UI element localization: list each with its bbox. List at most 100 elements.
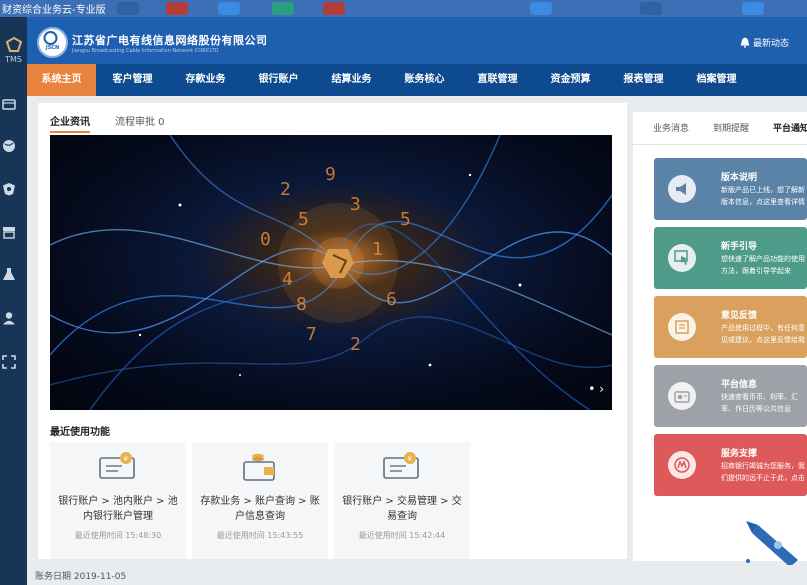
megaphone-icon xyxy=(676,183,686,195)
svg-text:¥: ¥ xyxy=(124,455,129,463)
taskbar-app[interactable] xyxy=(640,2,662,15)
notice-card-desc: 想快速了解产品功能的使用方法，跟着引导学起来 xyxy=(721,255,805,275)
latest-news-label: 最新动态 xyxy=(752,39,789,49)
flask-icon[interactable] xyxy=(2,267,16,281)
recent-function-card[interactable]: ¥ 银行账户 > 池内账户 > 池内银行账户管理 最近使用时间 15:48:30 xyxy=(50,442,186,559)
notice-card-guide[interactable]: 新手引导 想快速了解产品功能的使用方法，跟着引导学起来 xyxy=(654,227,807,289)
notice-card-platform-info[interactable]: 平台信息 快速查看币币、利率、汇率、作日历等公共信息 xyxy=(654,365,807,427)
notice-card-title: 意见反馈 xyxy=(721,311,758,321)
recent-function-time: 最近使用时间 15:48:30 xyxy=(74,531,162,540)
notice-card-icon-bg xyxy=(668,244,696,272)
cursor-icon xyxy=(674,250,688,265)
recent-functions-title: 最近使用功能 xyxy=(50,427,110,438)
taskbar-app[interactable] xyxy=(218,2,240,15)
notice-card-desc: 招商银行竭诚为您服务，我们提供的远不止于此，点击了解 xyxy=(721,462,805,482)
svg-text:0: 0 xyxy=(260,229,271,250)
main-content: 企业资讯 流程审批 0 259 348 167 205 • › 最近使用功能 ¥… xyxy=(27,96,807,585)
notice-card-title: 版本说明 xyxy=(721,173,758,183)
svg-text:7: 7 xyxy=(306,324,317,345)
nav-item-archives[interactable]: 档案管理 xyxy=(680,64,753,96)
tab-divider xyxy=(633,144,807,145)
nav-item-direct-link[interactable]: 直联管理 xyxy=(461,64,534,96)
main-nav: 系统主页 客户管理 存款业务 银行账户 结算业务 账务核心 直联管理 资金预算 … xyxy=(27,64,807,96)
notification-panel: 业务消息 到期提醒 平台通知 版本说明 新版产品已上线，想了解新版本信息，点这里… xyxy=(633,112,807,561)
taskbar-app[interactable] xyxy=(742,2,764,15)
wallet-icon[interactable] xyxy=(2,97,16,111)
news-panel: 企业资讯 流程审批 0 259 348 167 205 • › 最近使用功能 ¥… xyxy=(38,103,627,559)
banner-artwork: 259 348 167 205 xyxy=(50,135,612,410)
recent-function-card[interactable]: 存款业务 > 账户查询 > 账户信息查询 最近使用时间 15:43:55 xyxy=(192,442,328,559)
notice-card-title: 新手引导 xyxy=(721,242,758,252)
recent-function-card[interactable]: ¥ 银行账户 > 交易管理 > 交易查询 最近使用时间 15:42:44 xyxy=(334,442,470,559)
latest-news-link[interactable]: 最新动态 xyxy=(740,36,789,49)
notice-card-title: 平台信息 xyxy=(721,380,758,390)
notice-card-title: 服务支撑 xyxy=(721,449,758,459)
tab-business-messages[interactable]: 业务消息 xyxy=(653,121,689,134)
carousel-controls[interactable]: • › xyxy=(588,382,604,396)
svg-text:9: 9 xyxy=(325,164,336,185)
nav-item-accounting[interactable]: 账务核心 xyxy=(388,64,461,96)
notice-card-version[interactable]: 版本说明 新版产品已上线，想了解新版本信息，点这里查看详情 xyxy=(654,158,807,220)
app-header: JSCN 江苏省广电有线信息网络股份有限公司 Jiangsu Broadcast… xyxy=(27,17,807,64)
tab-expiry-reminders[interactable]: 到期提醒 xyxy=(713,121,749,134)
user-icon[interactable] xyxy=(2,311,16,325)
news-banner-carousel[interactable]: 259 348 167 205 • › xyxy=(50,135,612,410)
cmb-icon xyxy=(674,457,690,473)
taskbar-app[interactable] xyxy=(272,2,294,15)
window-title: 财资综合业务云-专业版 xyxy=(2,5,106,16)
tab-platform-notices[interactable]: 平台通知 xyxy=(773,121,807,134)
notice-card-icon-bg xyxy=(668,382,696,410)
bell-icon xyxy=(740,37,750,48)
recent-function-path: 存款业务 > 账户查询 > 账户信息查询 xyxy=(200,496,320,522)
monitor-yen-icon: ¥ xyxy=(383,452,419,479)
notice-card-icon-bg xyxy=(668,451,696,479)
nav-item-settlement[interactable]: 结算业务 xyxy=(315,64,388,96)
tab-workflow-approval[interactable]: 流程审批 0 xyxy=(115,113,165,128)
globe-icon[interactable] xyxy=(2,139,16,153)
expand-icon[interactable] xyxy=(2,355,16,369)
company-logo: JSCN xyxy=(37,27,68,58)
company-name: 江苏省广电有线信息网络股份有限公司 xyxy=(72,34,268,47)
notice-card-desc: 快速查看币币、利率、汇率、作日历等公共信息 xyxy=(721,393,798,413)
taskbar-app[interactable] xyxy=(530,2,552,15)
recent-function-path: 银行账户 > 交易管理 > 交易查询 xyxy=(342,496,462,522)
nav-item-customers[interactable]: 客户管理 xyxy=(96,64,169,96)
taskbar-app[interactable] xyxy=(166,2,188,15)
notice-card-icon-bg xyxy=(668,313,696,341)
taskbar-app[interactable] xyxy=(426,2,448,15)
nav-item-bank-accounts[interactable]: 银行账户 xyxy=(242,64,315,96)
recent-function-time: 最近使用时间 15:43:55 xyxy=(216,531,304,540)
recent-function-time: 最近使用时间 15:42:44 xyxy=(358,531,446,540)
svg-text:2: 2 xyxy=(280,179,291,200)
svg-text:5: 5 xyxy=(400,209,411,230)
monitor-yen-icon: ¥ xyxy=(99,452,135,479)
notice-card-desc: 新版产品已上线，想了解新版本信息，点这里查看详情 xyxy=(721,186,805,206)
notice-card-service[interactable]: 服务支撑 招商银行竭诚为您服务，我们提供的远不止于此，点击了解 xyxy=(654,434,807,496)
nav-item-deposits[interactable]: 存款业务 xyxy=(169,64,242,96)
recent-function-path: 银行账户 > 池内账户 > 池内银行账户管理 xyxy=(58,496,178,522)
sidebar-logo: TMS xyxy=(0,37,27,64)
company-logo-text: JSCN xyxy=(45,45,60,51)
svg-text:¥: ¥ xyxy=(408,455,413,463)
shield-icon[interactable] xyxy=(2,182,16,196)
notice-card-desc: 产品使用过程中，有任何意见或建议，点这里反馈给我们 xyxy=(721,324,805,344)
taskbar-app[interactable] xyxy=(323,2,345,15)
sidebar: TMS xyxy=(0,17,27,585)
sidebar-logo-text: TMS xyxy=(5,55,22,64)
status-bar: 账务日期 2019-11-05 xyxy=(27,565,807,585)
nav-item-budget[interactable]: 资金预算 xyxy=(534,64,607,96)
taskbar-app[interactable] xyxy=(117,2,139,15)
wallet-coins-icon xyxy=(243,453,275,481)
nav-item-home[interactable]: 系统主页 xyxy=(27,64,96,96)
store-icon[interactable] xyxy=(2,225,16,239)
accounting-date: 账务日期 2019-11-05 xyxy=(35,572,127,582)
company-name-en: Jiangsu Broadcasting Cable Information N… xyxy=(72,48,219,54)
notice-card-feedback[interactable]: 意见反馈 产品使用过程中，有任何意见或建议，点这里反馈给我们 xyxy=(654,296,807,358)
document-icon xyxy=(675,320,689,334)
window-titlebar: 财资综合业务云-专业版 xyxy=(0,0,807,17)
nav-item-reports[interactable]: 报表管理 xyxy=(607,64,680,96)
radio-icon xyxy=(674,391,690,403)
svg-text:2: 2 xyxy=(350,334,361,355)
tms-logo-icon xyxy=(5,37,22,52)
tab-enterprise-news[interactable]: 企业资讯 xyxy=(50,113,90,133)
